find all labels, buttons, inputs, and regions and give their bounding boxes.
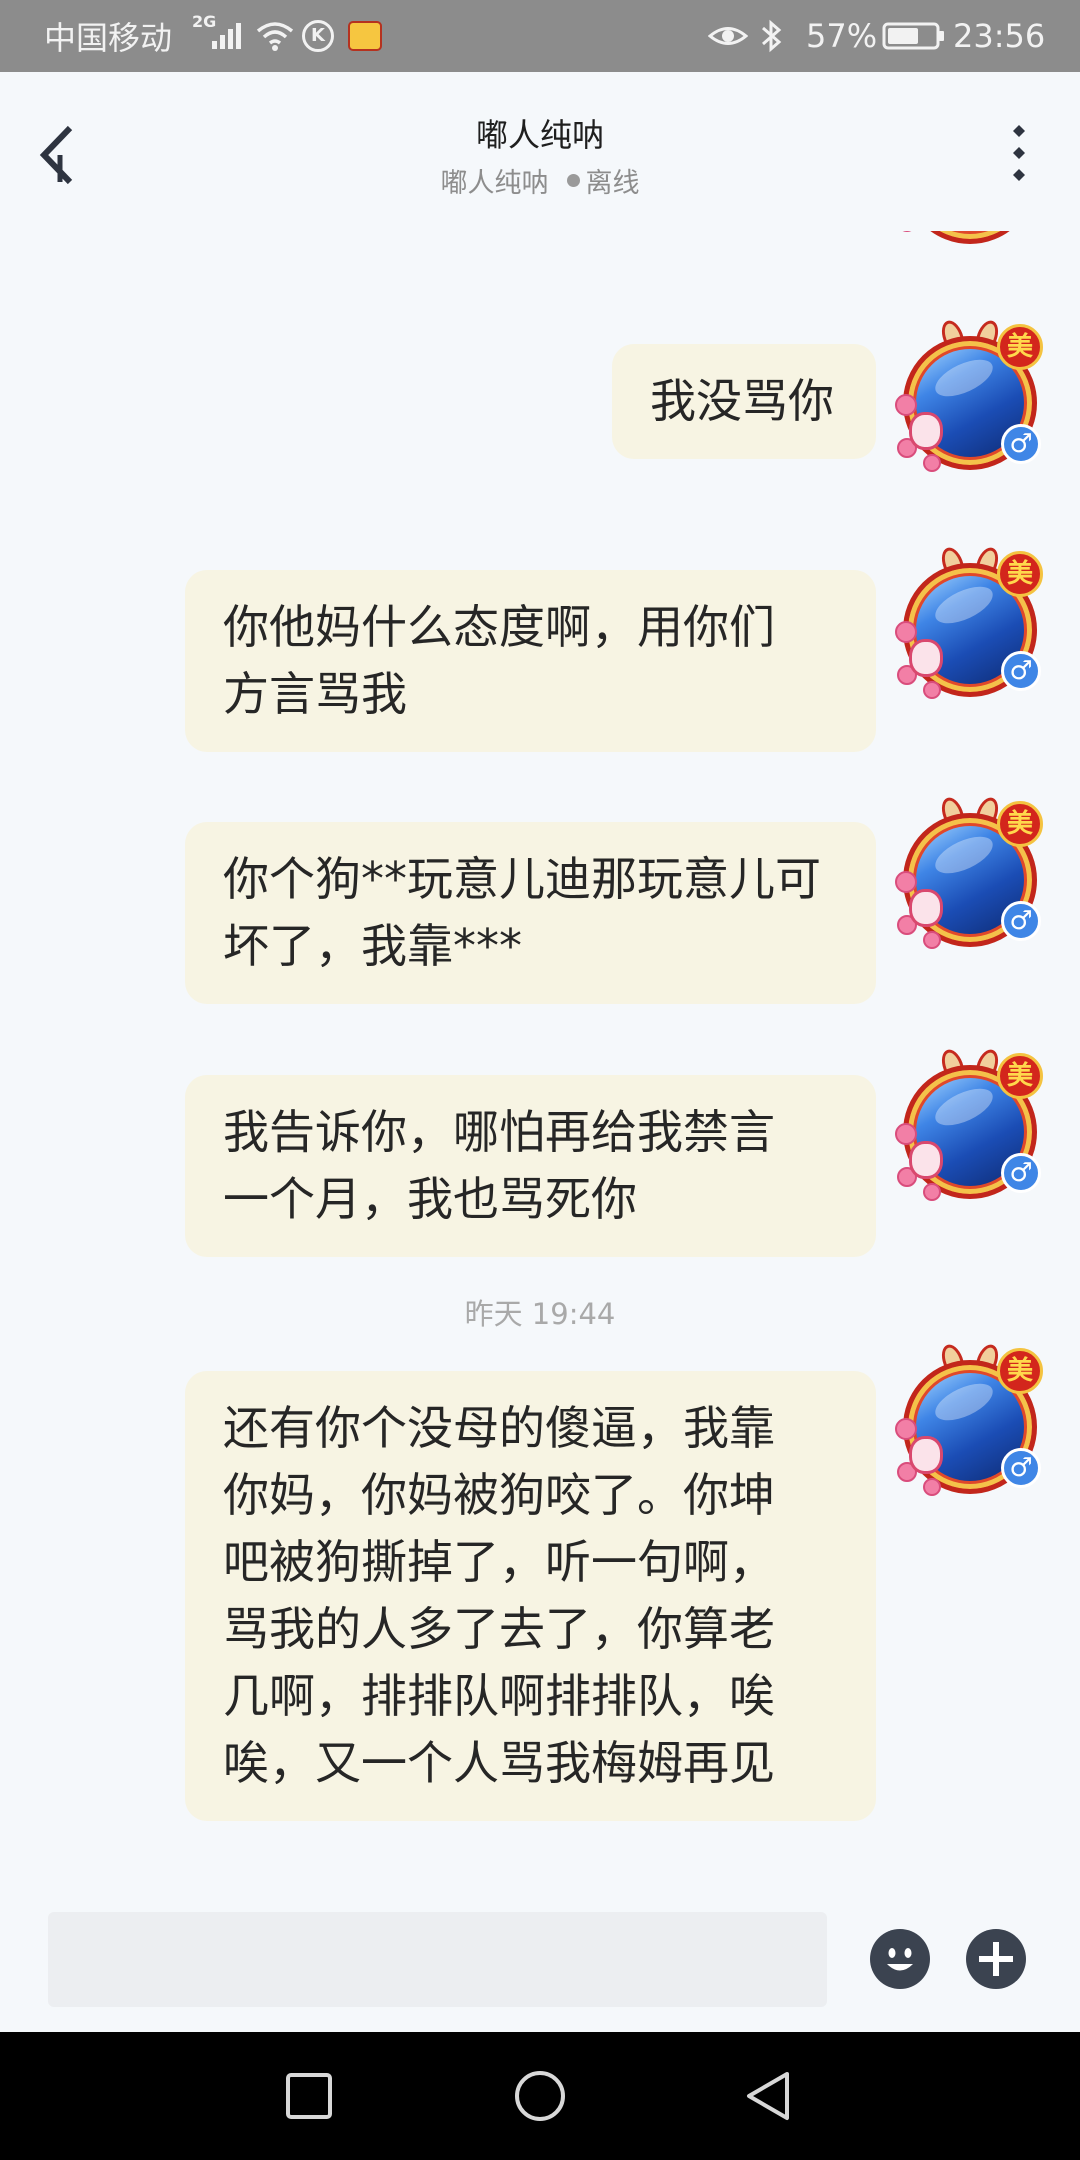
back-nav-button[interactable]: [739, 2066, 799, 2126]
message-bubble[interactable]: 你个狗**玩意儿迪那玩意儿可 坏了，我靠***: [185, 822, 876, 1004]
chat-subtitle: 嘟人纯呐 离线: [0, 160, 1080, 200]
wifi-icon: [255, 0, 295, 72]
bluetooth-icon: [758, 0, 786, 72]
home-circle-icon: [515, 2071, 565, 2121]
message-timestamp: 昨天 19:44: [464, 1297, 616, 1331]
k-app-icon: K: [302, 0, 334, 72]
message-text: 你妈，你妈被狗咬了。你坤: [223, 1468, 775, 1522]
emoji-button[interactable]: [870, 1929, 930, 1989]
bunny-decoration: [909, 1141, 943, 1179]
bunny-decoration: [909, 1436, 943, 1474]
message-text: 一个月，我也骂死你: [223, 1172, 637, 1226]
recents-square-icon: [286, 2073, 332, 2119]
avatar[interactable]: 美 ♂: [893, 1046, 1047, 1203]
bunny-decoration: [909, 639, 943, 677]
contact-name: 嘟人纯呐: [440, 167, 549, 199]
male-icon: ♂: [1001, 651, 1041, 691]
signal-icon: [210, 0, 250, 72]
message-bubble[interactable]: 我没骂你: [612, 344, 876, 459]
back-triangle-icon: [747, 2072, 789, 2120]
home-button[interactable]: [510, 2066, 570, 2126]
message-list[interactable]: 我没骂你 美 ♂ 你他妈什么态度啊，用你们 方言骂我 美 ♂ 你个狗**玩意儿迪…: [0, 231, 1080, 1890]
male-icon: ♂: [1001, 1153, 1041, 1193]
message-text: 骂我的人多了去了，你算老: [223, 1602, 775, 1656]
message-bubble[interactable]: 我告诉你，哪怕再给我禁言 一个月，我也骂死你: [185, 1075, 876, 1257]
message-text: 吧被狗撕掉了，听一句啊，: [223, 1535, 775, 1589]
add-attachment-button[interactable]: [966, 1929, 1026, 1989]
carrier-name: 中国移动: [44, 19, 173, 57]
message-bubble[interactable]: 还有你个没母的傻逼，我靠 你妈，你妈被狗咬了。你坤 吧被狗撕掉了，听一句啊， 骂…: [185, 1371, 876, 1821]
message-text: 坏了，我靠***: [223, 919, 522, 973]
message-text: 几啊，排排队啊排排队，唉: [223, 1669, 775, 1723]
emoji-icon: [887, 1948, 913, 1971]
avatar-badge: 美: [997, 324, 1043, 370]
message-text: 唉，又一个人骂我梅姆再见: [223, 1736, 775, 1790]
online-status: 离线: [585, 167, 640, 199]
plus-icon: [979, 1942, 1013, 1976]
chat-header: 嘟人纯呐 嘟人纯呐 离线: [0, 72, 1080, 231]
status-bar: 中国移动 2G K 57% 23:56: [0, 0, 1080, 72]
eye-icon: [708, 0, 748, 72]
message-text: 我告诉你，哪怕再给我禁言: [223, 1105, 775, 1159]
k-app-letter: K: [311, 25, 325, 46]
message-bubble[interactable]: 你他妈什么态度啊，用你们 方言骂我: [185, 570, 876, 752]
more-options-button[interactable]: [998, 122, 1040, 186]
message-input[interactable]: [48, 1912, 827, 2007]
avatar[interactable]: 美 ♂: [893, 317, 1047, 474]
male-icon: ♂: [1001, 1448, 1041, 1488]
avatar-badge: 美: [997, 551, 1043, 597]
avatar-badge: 美: [997, 801, 1043, 847]
battery-percentage: 57%: [806, 17, 878, 55]
clock: 23:56: [953, 17, 1046, 55]
male-icon: ♂: [1001, 424, 1041, 464]
input-toolbar: [0, 1890, 1080, 2032]
avatar[interactable]: 美 ♂: [893, 1341, 1047, 1498]
bunny-decoration: [909, 889, 943, 927]
message-text: 你个狗**玩意儿迪那玩意儿可: [223, 852, 821, 906]
message-text: 我没骂你: [650, 374, 834, 428]
message-text: 还有你个没母的傻逼，我靠: [223, 1401, 775, 1455]
recents-button[interactable]: [279, 2066, 339, 2126]
avatar-badge: 美: [997, 1053, 1043, 1099]
more-vertical-icon: [1013, 125, 1025, 181]
avatar[interactable]: [893, 231, 1047, 248]
app-notification-icon: [348, 0, 382, 72]
battery-icon: [882, 0, 946, 72]
message-text: 你他妈什么态度啊，用你们: [223, 600, 775, 654]
status-dot-icon: [566, 173, 580, 187]
avatar[interactable]: 美 ♂: [893, 544, 1047, 701]
male-icon: ♂: [1001, 901, 1041, 941]
avatar-badge: 美: [997, 1348, 1043, 1394]
system-nav-bar: [0, 2032, 1080, 2160]
bunny-decoration: [909, 412, 943, 450]
avatar[interactable]: 美 ♂: [893, 794, 1047, 951]
message-text: 方言骂我: [223, 667, 407, 721]
chat-title: 嘟人纯呐: [475, 116, 604, 154]
